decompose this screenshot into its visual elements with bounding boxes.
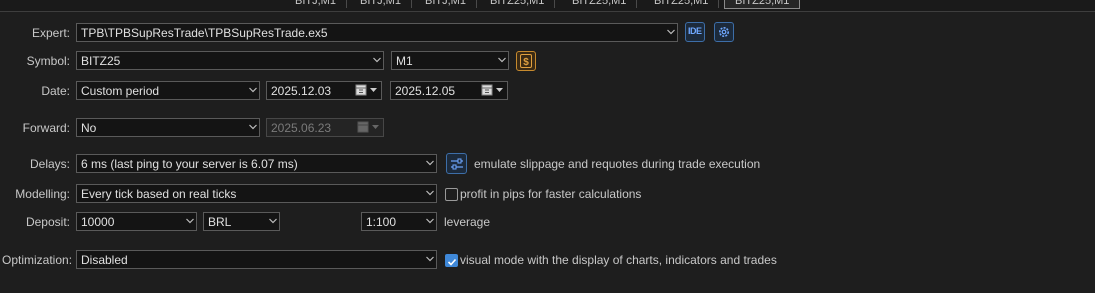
delay-settings-button[interactable] — [446, 153, 467, 174]
currency-select[interactable]: BRL — [203, 212, 280, 231]
chevron-down-icon — [249, 87, 257, 94]
visual-mode-checkbox[interactable] — [445, 254, 458, 267]
timeframe-value: M1 — [396, 54, 413, 68]
delays-note: emulate slippage and requotes during tra… — [474, 157, 761, 171]
tab-bitz25-3[interactable]: BITZ25,M1 — [644, 0, 720, 8]
forward-select[interactable]: No — [76, 118, 260, 137]
modelling-value: Every tick based on real ticks — [81, 187, 237, 201]
timeframe-select[interactable]: M1 — [391, 51, 509, 70]
deposit-select[interactable]: 10000 — [76, 212, 197, 231]
period-value: Custom period — [81, 84, 160, 98]
symbol-select[interactable]: BITZ25 — [76, 51, 384, 70]
tab-bitj-1[interactable]: BITJ,M1 — [285, 0, 347, 8]
tab-bitj-3[interactable]: BITJ,M1 — [415, 0, 477, 8]
delays-value: 6 ms (last ping to your server is 6.07 m… — [81, 157, 298, 171]
chevron-down-icon — [426, 160, 434, 167]
delays-select[interactable]: 6 ms (last ping to your server is 6.07 m… — [76, 154, 437, 173]
calendar-icon[interactable] — [481, 84, 505, 97]
currency-value: BRL — [208, 215, 232, 229]
forward-date-value: 2025.06.23 — [271, 121, 332, 135]
profit-in-pips-checkbox[interactable] — [445, 188, 458, 201]
date-from-value: 2025.12.03 — [271, 84, 332, 98]
sliders-icon — [450, 157, 464, 174]
dollar-icon: $ — [520, 54, 532, 71]
visual-mode-label: visual mode with the display of charts, … — [460, 253, 777, 267]
chevron-down-icon — [426, 190, 434, 197]
chevron-down-icon — [498, 57, 506, 64]
gear-icon — [717, 25, 731, 42]
expert-label: Expert: — [31, 26, 70, 40]
date-to-field[interactable]: 2025.12.05 — [390, 81, 508, 100]
symbol-spec-button[interactable]: $ — [516, 51, 536, 71]
date-from-field[interactable]: 2025.12.03 — [266, 81, 382, 100]
modelling-select[interactable]: Every tick based on real ticks — [76, 184, 437, 203]
profit-in-pips-label: profit in pips for faster calculations — [460, 187, 642, 201]
tab-bitj-2[interactable]: BITJ,M1 — [350, 0, 412, 8]
svg-text:$: $ — [523, 57, 529, 68]
ide-button[interactable]: IDE — [685, 22, 705, 42]
deposit-value: 10000 — [81, 215, 115, 229]
date-to-value: 2025.12.05 — [395, 84, 456, 98]
tab-strip: BITJ,M1 BITJ,M1 BITJ,M1 BITZ25,M1 BITZ25… — [0, 0, 1095, 12]
chevron-down-icon — [667, 29, 675, 36]
optimization-label: Optimization: — [2, 253, 73, 267]
tab-bitz25-1[interactable]: BITZ25,M1 — [480, 0, 556, 8]
tab-bitz25-active[interactable]: BITZ25,M1 — [724, 0, 801, 9]
ide-icon: IDE — [688, 26, 702, 36]
symbol-value: BITZ25 — [81, 54, 121, 68]
calendar-icon[interactable] — [355, 84, 379, 97]
chevron-down-icon — [186, 218, 194, 225]
settings-button[interactable] — [714, 22, 734, 42]
date-label: Date: — [41, 84, 70, 98]
leverage-value: 1:100 — [366, 215, 397, 229]
chevron-down-icon — [373, 57, 381, 64]
chevron-down-icon — [426, 218, 434, 225]
leverage-label: leverage — [444, 215, 491, 229]
forward-label: Forward: — [22, 121, 70, 135]
expert-select[interactable]: TPB\TPBSupResTrade\TPBSupResTrade.ex5 — [76, 23, 678, 42]
chevron-down-icon — [426, 256, 434, 263]
delays-label: Delays: — [29, 157, 70, 171]
optimization-select[interactable]: Disabled — [76, 250, 437, 269]
tab-bitz25-2[interactable]: BITZ25,M1 — [562, 0, 638, 8]
symbol-label: Symbol: — [26, 54, 70, 68]
forward-value: No — [81, 121, 97, 135]
modelling-label: Modelling: — [15, 187, 70, 201]
deposit-label: Deposit: — [25, 215, 70, 229]
period-select[interactable]: Custom period — [76, 81, 260, 100]
checkmark-icon — [447, 256, 457, 270]
leverage-select[interactable]: 1:100 — [361, 212, 437, 231]
calendar-icon — [357, 121, 381, 134]
optimization-value: Disabled — [81, 253, 128, 267]
chevron-down-icon — [249, 124, 257, 131]
expert-value: TPB\TPBSupResTrade\TPBSupResTrade.ex5 — [81, 26, 328, 40]
chevron-down-icon — [269, 218, 277, 225]
forward-date-field: 2025.06.23 — [266, 118, 384, 137]
